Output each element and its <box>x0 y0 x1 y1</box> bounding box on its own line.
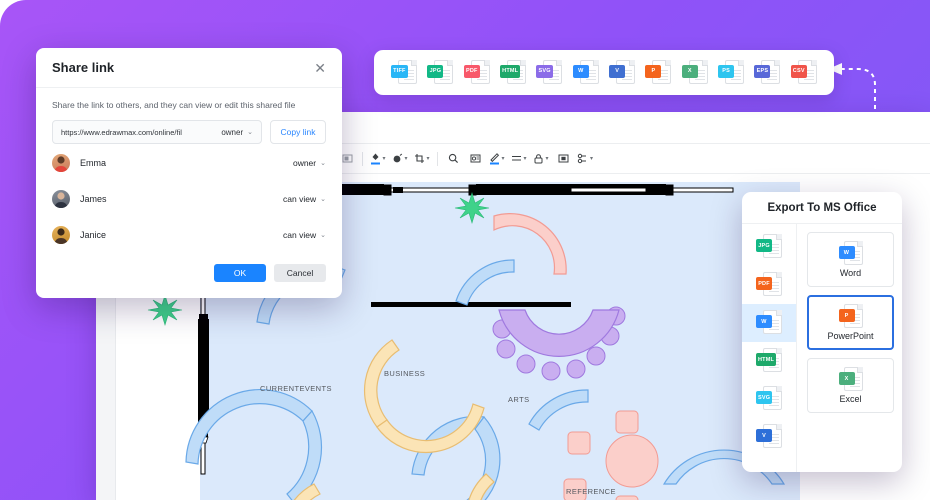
chevron-down-icon[interactable]: ⌄ <box>320 159 326 167</box>
export-card-label: Excel <box>839 394 862 404</box>
rail-item-label: V <box>756 429 772 442</box>
plan-label: CURRENTEVENTS <box>260 384 332 393</box>
line-color-icon[interactable]: ▾ <box>486 148 508 170</box>
dialog-title: Share link <box>52 60 115 75</box>
export-card-label: PowerPoint <box>827 331 874 341</box>
format-chip-ps[interactable]: PS <box>718 59 745 86</box>
format-chip-label: CSV <box>790 64 807 78</box>
format-chip-label: X <box>681 64 698 78</box>
person-role[interactable]: owner <box>293 158 316 168</box>
export-option-cards: W Word P PowerPoint X Excel <box>797 224 902 472</box>
shadow-icon[interactable] <box>552 148 574 170</box>
dialog-header: Share link ✕ <box>36 48 342 88</box>
format-chip-tiff[interactable]: TIFF <box>391 59 418 86</box>
plan-label: REFERENCE <box>566 487 616 496</box>
share-link-row: https://www.edrawmax.com/online/fil owne… <box>36 110 342 144</box>
rail-item-visio[interactable]: V <box>742 418 796 456</box>
dialog-actions: OK Cancel <box>214 264 326 282</box>
format-chip-jpg[interactable]: JPG <box>427 59 454 86</box>
panel-title: Export To MS Office <box>742 192 902 224</box>
avatar <box>52 190 70 208</box>
dashed-arrow-connector <box>828 63 876 205</box>
avatar <box>52 226 70 244</box>
ok-button[interactable]: OK <box>214 264 266 282</box>
chevron-down-icon[interactable]: ⌄ <box>320 231 326 239</box>
lock-icon[interactable]: ▾ <box>530 148 552 170</box>
format-chip-svg[interactable]: SVG <box>536 59 563 86</box>
list-item: Janice can view ⌄ <box>36 218 342 252</box>
person-role[interactable]: can view <box>283 194 316 204</box>
zoom-icon[interactable] <box>442 148 464 170</box>
format-chip-label: P <box>645 64 662 78</box>
list-item: James can view ⌄ <box>36 182 342 216</box>
panel-body: JPG PDF W HTML SVG V W Word P PowerPoint… <box>742 224 902 472</box>
format-chip-pdf[interactable]: PDF <box>463 59 490 86</box>
person-name: Emma <box>80 158 107 168</box>
export-card-icon-label: P <box>838 309 855 322</box>
share-link-role[interactable]: owner <box>221 128 243 137</box>
export-format-rail: JPG PDF W HTML SVG V <box>742 224 797 472</box>
share-link-value: https://www.edrawmax.com/online/fil <box>61 127 182 137</box>
avatar <box>52 154 70 172</box>
chevron-down-icon[interactable]: ⌄ <box>320 195 326 203</box>
format-chip-word[interactable]: W <box>572 59 599 86</box>
arrange-icon[interactable]: ▾ <box>574 148 596 170</box>
format-chip-label: TIFF <box>391 64 408 78</box>
format-chip-excel[interactable]: X <box>681 59 708 86</box>
rail-item-svg[interactable]: SVG <box>742 380 796 418</box>
export-card-icon-label: X <box>838 372 855 385</box>
export-card-excel[interactable]: X Excel <box>807 358 894 413</box>
format-chip-label: SVG <box>536 64 553 78</box>
dialog-subtitle: Share the link to others, and they can v… <box>52 100 296 110</box>
rail-item-label: W <box>756 315 772 328</box>
rail-item-jpg[interactable]: JPG <box>742 228 796 266</box>
share-link-dialog: Share link ✕ Share the link to others, a… <box>36 48 342 298</box>
plan-label: ARTS <box>508 395 529 404</box>
rail-item-word[interactable]: W <box>742 304 796 342</box>
line-style-icon[interactable]: ▾ <box>508 148 530 170</box>
format-chip-html[interactable]: HTML <box>500 59 527 86</box>
rail-item-html[interactable]: HTML <box>742 342 796 380</box>
crop-icon[interactable]: ▾ <box>411 148 433 170</box>
format-chip-csv[interactable]: CSV <box>790 59 817 86</box>
format-chip-label: PS <box>718 64 735 78</box>
page-setup-icon[interactable] <box>464 148 486 170</box>
export-card-label: Word <box>839 268 862 278</box>
format-chip-label: V <box>609 64 626 78</box>
format-chip-visio[interactable]: V <box>609 59 636 86</box>
cancel-button[interactable]: Cancel <box>274 264 326 282</box>
close-icon[interactable]: ✕ <box>314 61 326 75</box>
export-card-word[interactable]: W Word <box>807 232 894 287</box>
person-name: James <box>80 194 107 204</box>
export-to-ms-office-panel: Export To MS Office JPG PDF W HTML SVG V… <box>742 192 902 472</box>
format-chip-powerpoint[interactable]: P <box>645 59 672 86</box>
shape-style-icon[interactable]: ▾ <box>389 148 411 170</box>
rail-item-pdf[interactable]: PDF <box>742 266 796 304</box>
export-card-powerpoint[interactable]: P PowerPoint <box>807 295 894 350</box>
plan-label: BUSINESS <box>384 369 425 378</box>
format-chip-label: EPS <box>754 64 771 78</box>
list-item: Emma owner ⌄ <box>36 146 342 180</box>
share-link-field[interactable]: https://www.edrawmax.com/online/fil owne… <box>52 120 262 144</box>
format-chip-label: W <box>572 64 589 78</box>
format-chip-eps[interactable]: EPS <box>754 59 781 86</box>
rail-item-label: HTML <box>756 353 777 366</box>
format-chip-label: PDF <box>463 64 480 78</box>
format-chip-label: JPG <box>427 64 444 78</box>
rail-item-label: JPG <box>756 239 772 252</box>
toolbar-separator <box>437 151 438 166</box>
export-format-bar: TIFF JPG PDF HTML SVG W V P X PS EPS CSV <box>374 50 834 95</box>
export-card-icon-label: W <box>838 246 855 259</box>
fill-color-icon[interactable]: ▾ <box>367 148 389 170</box>
person-role[interactable]: can view <box>283 230 316 240</box>
chevron-down-icon[interactable]: ⌄ <box>247 128 253 136</box>
rail-item-label: SVG <box>756 391 773 404</box>
format-chip-label: HTML <box>500 64 521 78</box>
toolbar-separator <box>362 151 363 166</box>
copy-link-button[interactable]: Copy link <box>270 120 326 144</box>
person-name: Janice <box>80 230 107 240</box>
rail-item-label: PDF <box>756 277 772 290</box>
